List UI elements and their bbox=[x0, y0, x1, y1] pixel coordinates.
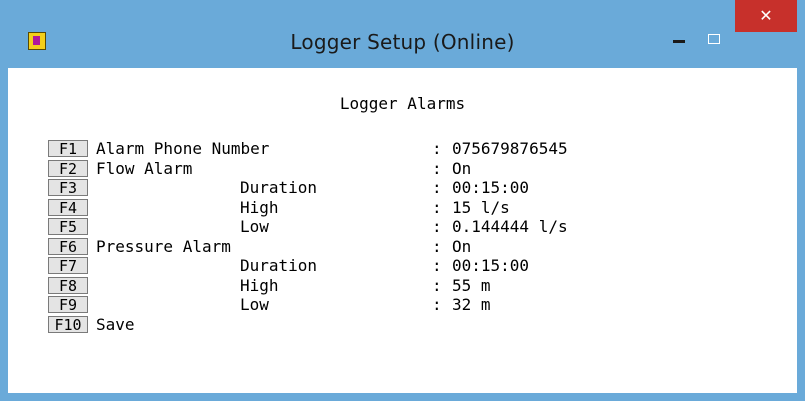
page-title: Logger Alarms bbox=[339, 94, 466, 113]
f7-button[interactable]: F7 bbox=[48, 257, 88, 275]
setting-row-f2: F2 Flow Alarm : On bbox=[48, 159, 471, 180]
minimize-icon[interactable] bbox=[662, 20, 698, 60]
f1-button[interactable]: F1 bbox=[48, 140, 88, 158]
f6-button[interactable]: F6 bbox=[48, 237, 88, 255]
setting-row-f3: F3 Duration : 00:15:00 bbox=[48, 179, 529, 199]
setting-label: Pressure Alarm bbox=[96, 236, 231, 256]
separator: : bbox=[432, 197, 442, 217]
separator: : bbox=[432, 139, 442, 158]
f3-button[interactable]: F3 bbox=[48, 179, 88, 197]
save-label: Save bbox=[96, 314, 135, 334]
setting-label: High bbox=[240, 275, 279, 295]
logger-setup-window: Logger Setup (Online) ✕ Logger Alarms F1… bbox=[0, 0, 805, 401]
setting-value: 0.144444 l/s bbox=[452, 217, 568, 236]
setting-value: 00:15:00 bbox=[452, 256, 530, 275]
setting-value: On bbox=[452, 236, 472, 256]
maximize-icon[interactable] bbox=[698, 20, 732, 60]
separator: : bbox=[432, 158, 442, 178]
content-area: Logger Alarms F1 Alarm Phone Number : 07… bbox=[8, 68, 797, 393]
alarm-settings-list: F1 Alarm Phone Number : 075679876545 F2 … bbox=[48, 140, 568, 336]
separator: : bbox=[432, 275, 442, 295]
f4-button[interactable]: F4 bbox=[48, 198, 88, 216]
f5-button[interactable]: F5 bbox=[48, 218, 88, 236]
setting-value: 00:15:00 bbox=[452, 178, 530, 197]
setting-row-f9: F9 Low : 32 m bbox=[48, 296, 491, 316]
setting-label: Low bbox=[240, 295, 269, 314]
setting-row-f4: F4 High : 15 l/s bbox=[48, 198, 510, 219]
setting-value: On bbox=[452, 158, 472, 178]
separator: : bbox=[432, 178, 442, 197]
setting-label: Duration bbox=[240, 256, 318, 275]
setting-row-f7: F7 Duration : 00:15:00 bbox=[48, 257, 529, 277]
setting-row-f5: F5 Low : 0.144444 l/s bbox=[48, 218, 568, 238]
f10-button[interactable]: F10 bbox=[48, 315, 88, 333]
f8-button[interactable]: F8 bbox=[48, 276, 88, 294]
setting-value: 32 m bbox=[452, 295, 491, 314]
setting-row-f1: F1 Alarm Phone Number : 075679876545 bbox=[48, 140, 568, 160]
setting-label: High bbox=[240, 197, 279, 217]
title-bar[interactable]: Logger Setup (Online) ✕ bbox=[0, 0, 805, 68]
setting-row-f8: F8 High : 55 m bbox=[48, 276, 491, 297]
setting-row-f10: F10 Save bbox=[48, 315, 135, 336]
setting-value: 15 l/s bbox=[452, 197, 510, 217]
close-button[interactable]: ✕ bbox=[735, 0, 797, 32]
separator: : bbox=[432, 217, 442, 236]
setting-label: Duration bbox=[240, 178, 318, 197]
separator: : bbox=[432, 295, 442, 314]
f9-button[interactable]: F9 bbox=[48, 296, 88, 314]
f2-button[interactable]: F2 bbox=[48, 159, 88, 177]
separator: : bbox=[432, 236, 442, 256]
setting-row-f6: F6 Pressure Alarm : On bbox=[48, 237, 471, 258]
setting-label: Alarm Phone Number bbox=[96, 139, 270, 158]
setting-value: 075679876545 bbox=[452, 139, 568, 158]
separator: : bbox=[432, 256, 442, 275]
setting-label: Low bbox=[240, 217, 269, 236]
setting-label: Flow Alarm bbox=[96, 158, 193, 178]
setting-value: 55 m bbox=[452, 275, 491, 295]
